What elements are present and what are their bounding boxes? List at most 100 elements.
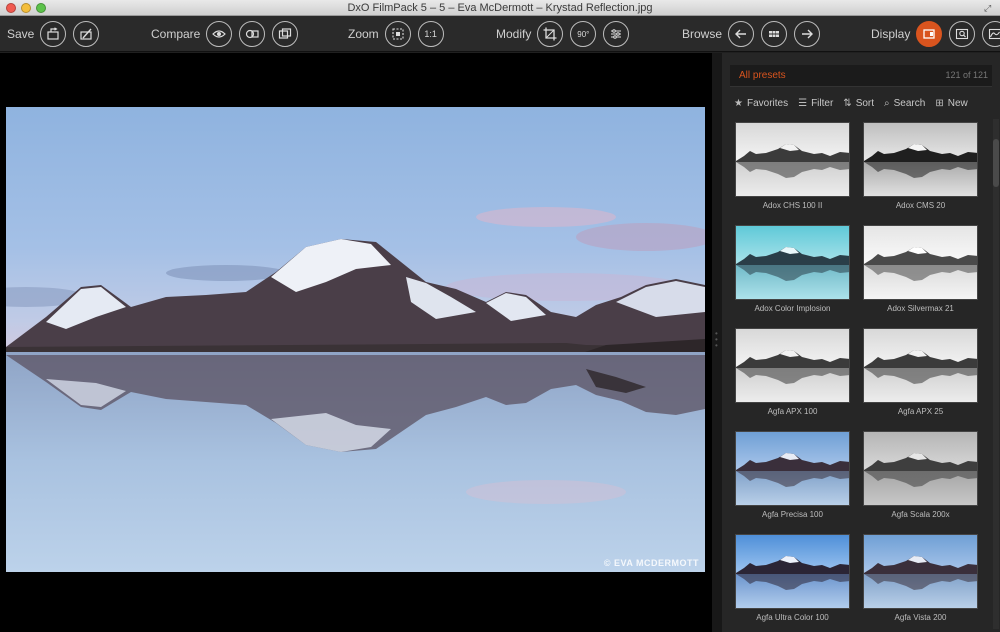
compare-group: Compare [151,16,305,52]
previous-image-button[interactable] [728,21,755,47]
new-preset-button[interactable]: ⊞ New [935,98,967,109]
presets-panel-button[interactable] [916,21,943,47]
preset-thumbnail[interactable] [863,534,978,609]
preset-actions-bar: ★ Favorites ☰ Filter ⇅ Sort ⌕ Search ⊞ N… [734,95,994,111]
preset-label: Agfa Scala 200x [891,510,950,519]
preset-item[interactable]: Adox Silvermax 21 [863,225,980,323]
image-viewer[interactable]: © EVA MCDERMOTT [0,53,712,632]
scrollbar-thumb[interactable] [993,139,999,187]
preset-item[interactable]: Agfa Scala 200x [863,431,980,529]
preset-thumbnail[interactable] [863,431,978,506]
sort-button[interactable]: ⇅ Sort [843,98,874,109]
compare-split-button[interactable] [239,21,266,47]
histogram-icon [989,28,1000,40]
preset-label: Adox CHS 100 II [762,201,823,210]
app-window: DxO FilmPack 5 – 5 – Eva McDermott – Kry… [0,0,1000,632]
preset-thumbnail[interactable] [735,122,850,197]
preset-category-title: All presets [739,70,786,81]
rotate-90-icon: 90° [577,29,590,39]
grid-view-button[interactable] [761,21,788,47]
zoom-label: Zoom [348,27,379,41]
fullscreen-icon[interactable]: ⤢ [984,3,994,13]
preset-thumbnail[interactable] [863,225,978,300]
export-app-icon [80,28,92,40]
rotate-button[interactable]: 90° [570,21,597,47]
loupe-button[interactable] [949,21,976,47]
crop-icon [543,27,557,41]
arrow-right-icon [802,29,814,39]
sliders-icon [611,29,622,39]
export-photoshop-button[interactable] [73,21,100,47]
search-button[interactable]: ⌕ Search [884,98,925,109]
preset-thumbnail[interactable] [735,534,850,609]
preset-thumbnail[interactable] [735,225,850,300]
preset-label: Adox Color Implosion [754,304,831,313]
zoom-100-button[interactable]: 1:1 [417,21,444,47]
search-icon: ⌕ [884,97,890,109]
landscape-illustration [6,207,705,572]
list-icon: ☰ [798,97,808,109]
side-by-side-icon [279,28,292,39]
split-view-icon [246,29,259,39]
preset-label: Agfa Precisa 100 [762,510,823,519]
favorites-button[interactable]: ★ Favorites [734,98,788,109]
preset-item[interactable]: Adox CHS 100 II [735,122,852,220]
preset-item[interactable]: Adox CMS 20 [863,122,980,220]
loupe-icon [956,28,969,40]
preset-item[interactable]: Agfa Vista 200 [863,534,980,632]
preset-label: Adox Silvermax 21 [887,304,954,313]
display-group: Display [871,16,1000,52]
sort-icon: ⇅ [843,97,852,109]
new-label: New [947,97,968,109]
preset-item[interactable]: Agfa APX 100 [735,328,852,426]
new-preset-icon: ⊞ [935,97,944,109]
preset-count: 121 of 121 [945,70,988,80]
preset-item[interactable]: Agfa Ultra Color 100 [735,534,852,632]
preset-category-selector[interactable]: All presets 121 of 121 [730,65,992,87]
panel-splitter[interactable]: • • • [712,53,722,632]
compare-original-button[interactable] [206,21,233,47]
preset-scrollbar[interactable] [993,119,999,629]
preset-label: Adox CMS 20 [895,201,946,210]
sort-label: Sort [855,97,875,109]
save-group: Save [7,16,106,52]
display-label: Display [871,27,911,41]
preset-label: Agfa Ultra Color 100 [756,613,829,622]
preset-thumbnail[interactable] [735,431,850,506]
eye-icon [212,30,227,38]
preset-thumbnail[interactable] [735,328,850,403]
main-photo[interactable]: © EVA MCDERMOTT [6,107,705,572]
next-image-button[interactable] [794,21,821,47]
arrow-left-icon [735,29,747,39]
save-label: Save [7,27,35,41]
title-bar: DxO FilmPack 5 – 5 – Eva McDermott – Kry… [0,0,1000,16]
browse-label: Browse [682,27,723,41]
compare-side-by-side-button[interactable] [272,21,299,47]
preset-item[interactable]: Agfa APX 25 [863,328,980,426]
zoom-group: Zoom 1:1 [348,16,451,52]
presets-panel: All presets 121 of 121 ★ Favorites ☰ Fil… [722,53,1000,632]
export-image-icon [47,27,59,40]
histogram-button[interactable] [982,21,1000,47]
zoom-fit-button[interactable] [384,21,411,47]
crop-button[interactable] [537,21,564,47]
filter-button[interactable]: ☰ Filter [798,98,833,109]
preset-label: Agfa APX 100 [767,407,818,416]
star-icon: ★ [734,97,743,109]
filter-label: Filter [811,97,834,109]
preset-item[interactable]: Agfa Precisa 100 [735,431,852,529]
preset-thumbnail[interactable] [863,328,978,403]
export-image-button[interactable] [40,21,67,47]
photo-watermark: © EVA MCDERMOTT [603,558,699,568]
preset-label: Agfa Vista 200 [894,613,947,622]
preset-item[interactable]: Adox Color Implosion [735,225,852,323]
window-title: DxO FilmPack 5 – 5 – Eva McDermott – Kry… [347,2,653,14]
adjustments-button[interactable] [603,21,630,47]
modify-group: Modify 90° [496,16,636,52]
preset-label: Agfa APX 25 [897,407,944,416]
favorites-label: Favorites [746,97,789,109]
main-toolbar: Save Compare Zoom 1:1 Modify 90° Browse … [0,16,1000,52]
preset-thumbnail[interactable] [863,122,978,197]
modify-label: Modify [496,27,532,41]
splitter-handle-icon[interactable]: • • • [715,330,718,353]
